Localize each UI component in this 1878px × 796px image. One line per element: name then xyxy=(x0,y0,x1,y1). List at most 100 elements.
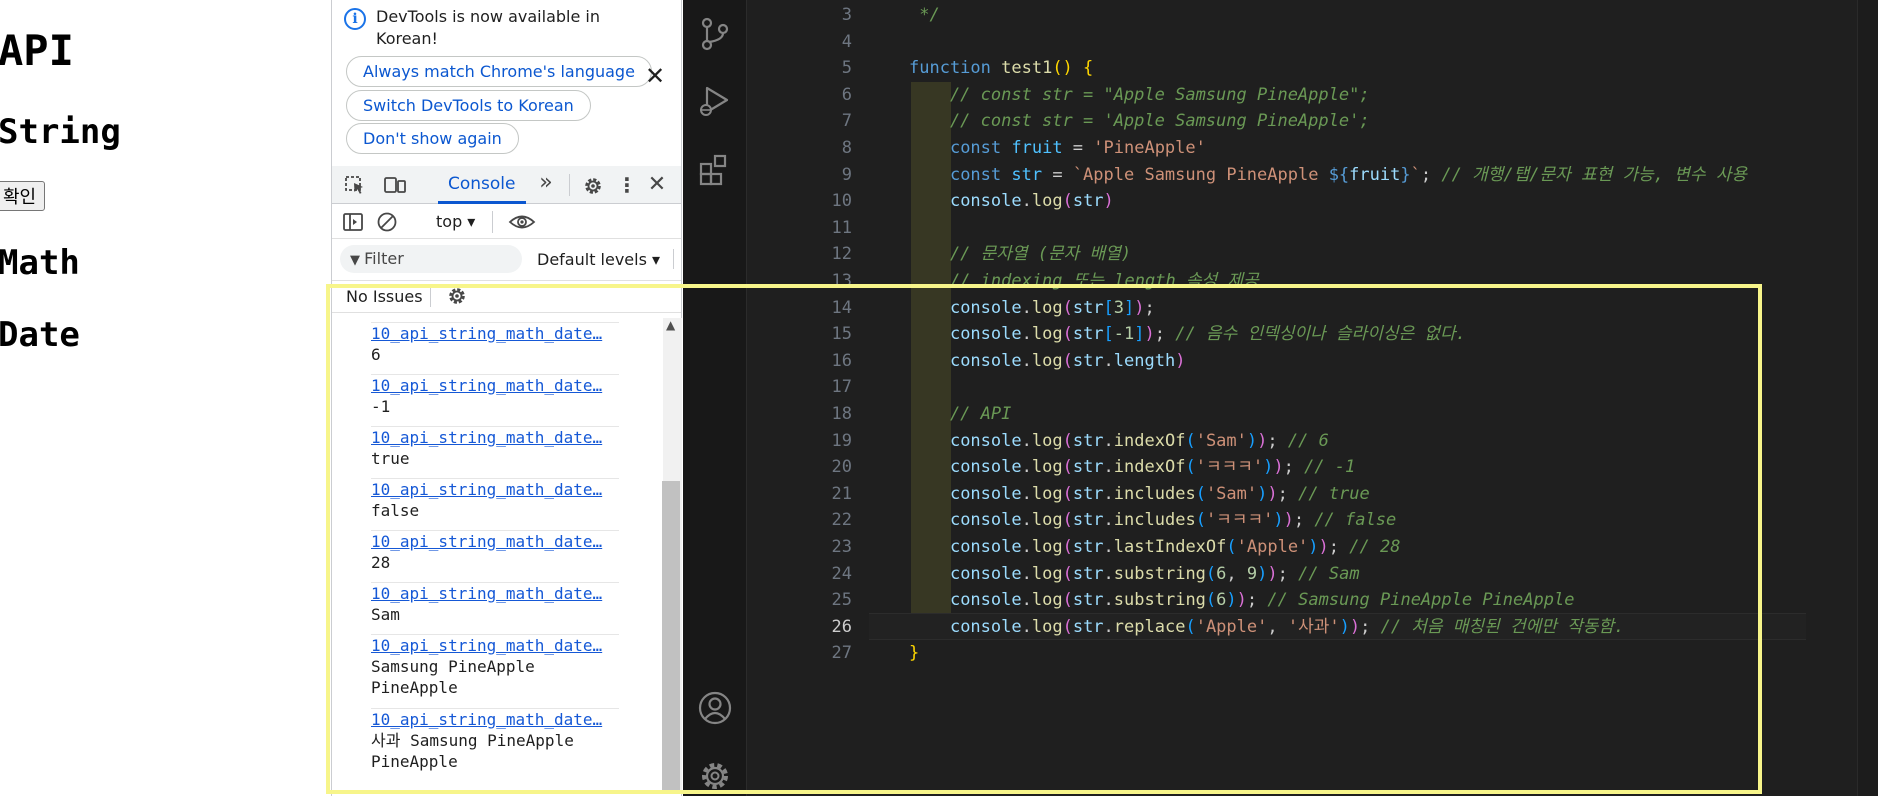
extensions-icon[interactable] xyxy=(697,152,733,188)
inspect-element-icon[interactable] xyxy=(344,175,366,195)
code-line[interactable]: const str = `Apple Samsung PineApple ${f… xyxy=(909,162,1747,189)
issues-count[interactable]: No Issues xyxy=(346,286,423,308)
log-source-link[interactable]: 10_api_string_math_date… xyxy=(371,375,619,396)
code-line[interactable]: console.log(str.lastIndexOf('Apple')); /… xyxy=(909,534,1401,561)
manage-gear-icon[interactable] xyxy=(697,758,733,794)
log-source-link[interactable]: 10_api_string_math_date… xyxy=(371,323,619,344)
code-token: ; xyxy=(1246,590,1268,611)
code-token: } xyxy=(1400,164,1411,185)
dont-show-again-button[interactable]: Don't show again xyxy=(346,123,519,154)
code-token: . xyxy=(1103,430,1114,451)
log-source-link[interactable]: 10_api_string_math_date… xyxy=(371,479,619,500)
code-token: ] xyxy=(1134,324,1145,345)
settings-icon[interactable] xyxy=(582,175,604,195)
code-line[interactable]: console.log(str[3]); xyxy=(909,295,1155,322)
code-line[interactable]: // indexing 또는 length 속성 제공 xyxy=(909,268,1259,295)
code-token: 3 xyxy=(1113,297,1125,318)
code-token: ${ xyxy=(1328,164,1350,185)
log-source-link[interactable]: 10_api_string_math_date… xyxy=(371,635,619,656)
code-token: ( xyxy=(1226,537,1237,557)
filter-input[interactable]: ▼ Filter xyxy=(340,245,522,273)
code-token: // API xyxy=(909,404,1012,424)
code-line[interactable]: // const str = 'Apple Samsung PineApple'… xyxy=(909,108,1370,135)
code-line[interactable]: console.log(str.replace('Apple', '사과'));… xyxy=(909,614,1624,641)
code-token: log xyxy=(1031,616,1063,637)
context-selector[interactable]: top ▾ xyxy=(436,211,475,233)
code-token: . xyxy=(1021,510,1032,531)
log-levels-dropdown[interactable]: Default levels ▾ xyxy=(537,249,660,271)
close-devtools-icon[interactable]: ✕ xyxy=(646,174,668,196)
switch-to-korean-button[interactable]: Switch DevTools to Korean xyxy=(346,90,591,121)
code-token: const xyxy=(949,138,1012,158)
code-token: // const str = "Apple Samsung PineApple"… xyxy=(909,84,1370,105)
code-line[interactable]: const fruit = 'PineApple' xyxy=(909,135,1206,162)
code-line[interactable]: // const str = "Apple Samsung PineApple"… xyxy=(909,82,1370,109)
code-line[interactable]: console.log(str) xyxy=(909,188,1114,215)
minimap[interactable] xyxy=(1857,0,1878,796)
code-token: ) xyxy=(1257,563,1268,584)
code-token: -1 xyxy=(1113,324,1135,345)
live-expression-eye-icon[interactable] xyxy=(508,211,536,233)
log-entry: 10_api_string_math_date… 28 xyxy=(371,530,619,573)
code-line[interactable]: console.log(str.indexOf('ㅋㅋㅋ')); // -1 xyxy=(909,454,1355,481)
log-value: true xyxy=(371,449,410,468)
more-tabs-icon[interactable]: » xyxy=(535,172,557,194)
log-entry: 10_api_string_math_date… true xyxy=(371,426,619,469)
console-settings-icon[interactable] xyxy=(446,285,468,311)
code-line[interactable]: console.log(str.indexOf('Sam')); // 6 xyxy=(909,428,1329,455)
code-token: log xyxy=(1031,590,1063,611)
kebab-menu-icon[interactable]: ⋮ xyxy=(616,175,638,195)
code-token: ( xyxy=(1062,616,1073,637)
log-source-link[interactable]: 10_api_string_math_date… xyxy=(371,709,619,730)
always-match-language-button[interactable]: Always match Chrome's language xyxy=(346,56,652,87)
code-token: log xyxy=(1031,350,1063,371)
code-editor[interactable]: 3 4 5 6 7 8 9 10 11 12 13 14 15 16 17 18 19 20 21 22 23 24 25 2… xyxy=(747,0,1857,796)
code-line[interactable]: } xyxy=(909,640,919,667)
code-area[interactable]: */ function test1() { // const str = "App… xyxy=(747,0,1857,796)
code-token: = xyxy=(1062,138,1094,158)
code-token: ( xyxy=(1062,563,1073,584)
console-scrollbar-thumb[interactable] xyxy=(662,481,680,793)
code-line[interactable]: console.log(str.includes('Sam')); // tru… xyxy=(909,481,1370,508)
log-source-link[interactable]: 10_api_string_math_date… xyxy=(371,531,619,552)
code-token: . xyxy=(1021,537,1032,557)
code-token: . xyxy=(1021,590,1032,611)
code-token: ( xyxy=(1062,324,1073,345)
language-infobar: i DevTools is now available in Korean! A… xyxy=(332,0,681,166)
source-control-icon[interactable] xyxy=(697,16,733,52)
code-token: fruit xyxy=(1011,138,1063,158)
code-line[interactable]: function test1() { xyxy=(909,55,1093,82)
code-line[interactable]: console.log(str.substring(6)); // Samsun… xyxy=(909,587,1575,614)
code-line[interactable]: */ xyxy=(909,2,939,29)
sidebar-toggle-icon[interactable] xyxy=(342,211,364,233)
accounts-icon[interactable] xyxy=(697,690,733,726)
tab-console[interactable]: Console xyxy=(438,166,526,204)
scroll-up-arrow-icon[interactable]: ▲ xyxy=(666,318,675,332)
code-line[interactable]: console.log(str[-1]); // 음수 인덱싱이나 슬라이싱은 … xyxy=(909,321,1466,348)
confirm-button[interactable]: 확인 xyxy=(0,181,46,211)
code-token: . xyxy=(1021,563,1032,584)
code-line[interactable]: // 문자열 (문자 배열) xyxy=(909,241,1131,268)
code-line[interactable]: console.log(str.includes('ㅋㅋㅋ')); // fal… xyxy=(909,507,1396,534)
clear-console-icon[interactable] xyxy=(376,211,398,233)
code-line[interactable]: console.log(str.substring(6, 9)); // Sam xyxy=(909,561,1360,588)
log-source-link[interactable]: 10_api_string_math_date… xyxy=(371,427,619,448)
code-token: [ xyxy=(1103,297,1114,318)
code-token: 9 xyxy=(1246,563,1258,584)
run-debug-icon[interactable] xyxy=(697,84,733,120)
code-line[interactable]: // API xyxy=(909,401,1011,428)
log-source-link[interactable]: 10_api_string_math_date… xyxy=(371,583,619,604)
code-token: ; xyxy=(1293,510,1315,531)
device-toolbar-icon[interactable] xyxy=(383,175,406,195)
code-token: console xyxy=(949,430,1022,451)
code-line[interactable]: console.log(str.length) xyxy=(909,348,1186,375)
code-token: // const str = 'Apple Samsung PineApple'… xyxy=(909,111,1370,132)
issues-bar: No Issues xyxy=(332,280,681,313)
close-infobar-icon[interactable]: ✕ xyxy=(645,64,665,88)
devtools-panel: i DevTools is now available in Korean! A… xyxy=(331,0,682,796)
